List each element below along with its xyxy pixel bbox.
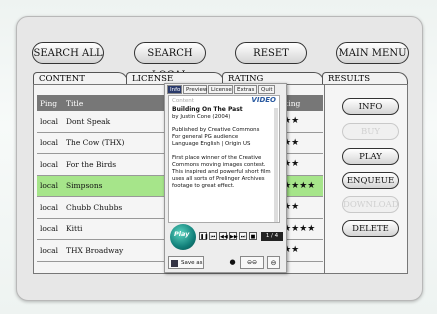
search-local-button[interactable]: SEARCH LOCAL [134, 42, 206, 81]
popup-detail-line: For general PG audience [172, 134, 239, 140]
popup-description-line: First place winner of the Creative [172, 155, 262, 161]
cell-ping: local [37, 153, 63, 176]
reset-button[interactable]: RESET [235, 42, 307, 64]
play-button[interactable]: PLAY [342, 148, 399, 165]
popup-description-line: uses all sorts of Prelinger Archives [172, 176, 265, 182]
popup-bottom-bar: Save as ● ⊖⊖ ⊖ [168, 256, 283, 270]
floppy-disk-icon [171, 260, 178, 267]
search-all-button[interactable]: SEARCH ALL [32, 42, 104, 64]
popup-tab-preview[interactable]: Preview [183, 85, 207, 94]
buy-button[interactable]: BUY [342, 123, 399, 140]
cell-ping: local [37, 132, 63, 154]
popup-tab-info[interactable]: Info [167, 85, 182, 94]
play-logo-icon: Play [170, 224, 196, 250]
info-popup: Info Preview License Extras Quit Content… [164, 83, 287, 273]
main-menu-button[interactable]: MAIN MENU [336, 42, 409, 64]
volume-minus-plus-icon[interactable]: ⊖⊖ [240, 256, 264, 269]
cell-ping: local [37, 218, 63, 240]
pause-icon[interactable]: ❚❚ [199, 232, 208, 240]
popup-detail-line: Language English | Origin US [172, 141, 251, 147]
popup-tab-extras[interactable]: Extras [234, 85, 257, 94]
delete-button[interactable]: DELETE [342, 220, 399, 237]
tab-results[interactable]: RESULTS [322, 72, 408, 84]
skip-back-icon[interactable]: ⏮ [209, 232, 217, 240]
popup-tab-quit[interactable]: Quit [258, 85, 275, 94]
video-logo: VIDEO [251, 96, 276, 104]
speech-bubble-icon[interactable]: ● [226, 256, 239, 269]
popup-tab-license[interactable]: License [208, 85, 233, 94]
tab-content[interactable]: CONTENT [33, 72, 128, 84]
fast-forward-icon[interactable]: ▶▶ [229, 232, 238, 240]
popup-info-body: Content VIDEO Building On The Past by Ju… [168, 95, 280, 223]
save-as-button[interactable]: Save as [168, 256, 204, 269]
stop-icon[interactable]: ■ [249, 232, 257, 240]
cell-ping: local [37, 196, 63, 219]
rewind-icon[interactable]: ◀◀ [219, 232, 228, 240]
popup-scrollbar[interactable] [274, 108, 278, 222]
track-counter: 1 / 4 [261, 232, 283, 241]
download-button[interactable]: DOWNLOAD [342, 196, 399, 213]
play-logo-text: Play [174, 230, 190, 238]
minimize-icon[interactable]: ⊖ [267, 256, 280, 269]
save-as-label: Save as [181, 260, 203, 266]
popup-description-line: footage to great effect. [172, 183, 235, 189]
popup-byline: by Justin Cone (2004) [172, 114, 231, 120]
cell-ping: local [37, 175, 63, 197]
info-button[interactable]: INFO [342, 98, 399, 115]
popup-content-label: Content [172, 98, 194, 104]
popup-description-line: Commons moving images contest. [172, 162, 266, 168]
popup-detail-line: Published by Creative Commons [172, 127, 260, 133]
popup-item-title: Building On The Past [172, 106, 243, 113]
enqueue-button[interactable]: ENQUEUE [342, 172, 399, 189]
popup-description-line: This inspired and powerful short film [172, 169, 271, 175]
cell-ping: local [37, 111, 63, 133]
skip-forward-icon[interactable]: ⏭ [239, 232, 247, 240]
column-header-ping[interactable]: Ping [37, 95, 63, 111]
cell-ping: local [37, 239, 63, 262]
